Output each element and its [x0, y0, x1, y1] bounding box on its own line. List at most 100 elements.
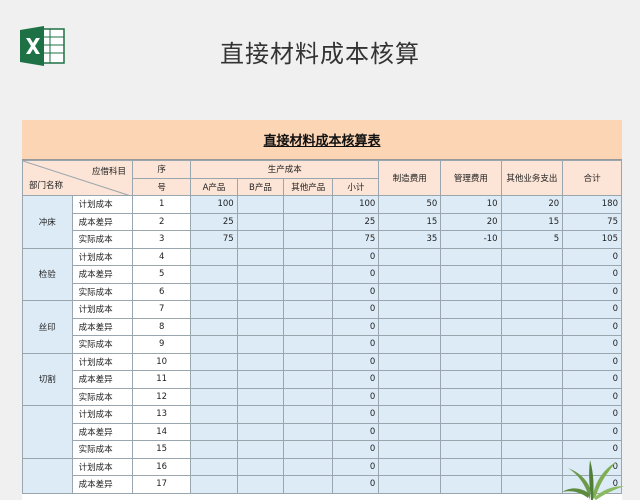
cell-manufacturing[interactable]: [378, 265, 442, 284]
cell-total[interactable]: 0: [562, 282, 622, 301]
cost-type-cell[interactable]: 计划成本: [71, 352, 134, 371]
seq-cell[interactable]: 14: [132, 422, 192, 441]
cell-management[interactable]: [440, 422, 502, 441]
cell-management[interactable]: [440, 457, 502, 476]
cell-subtotal[interactable]: 0: [332, 300, 380, 319]
cell-product-a[interactable]: [190, 387, 238, 406]
cell-manufacturing[interactable]: [378, 475, 442, 494]
cell-product-b[interactable]: [236, 387, 285, 406]
cell-total[interactable]: 75: [562, 212, 622, 231]
cell-other-business[interactable]: [500, 387, 564, 406]
cell-other-business[interactable]: [500, 247, 564, 266]
cell-other-product[interactable]: [283, 422, 334, 441]
cell-product-a[interactable]: 75: [190, 230, 238, 249]
cell-product-b[interactable]: [236, 457, 285, 476]
cell-subtotal[interactable]: 0: [332, 422, 380, 441]
cell-subtotal[interactable]: 0: [332, 282, 380, 301]
cell-product-a[interactable]: [190, 370, 238, 389]
cell-other-business[interactable]: 15: [500, 212, 564, 231]
cell-product-a[interactable]: [190, 475, 238, 494]
cell-total[interactable]: 0: [562, 405, 622, 424]
seq-cell[interactable]: 4: [132, 247, 192, 266]
cell-product-b[interactable]: [236, 230, 285, 249]
cell-other-business[interactable]: 5: [500, 230, 564, 249]
cell-other-business[interactable]: [500, 300, 564, 319]
cell-management[interactable]: [440, 335, 502, 354]
department-name-cell[interactable]: [22, 405, 73, 459]
seq-cell[interactable]: 3: [132, 230, 192, 249]
seq-cell[interactable]: 1: [132, 195, 192, 214]
cell-manufacturing[interactable]: [378, 387, 442, 406]
department-name-cell[interactable]: 切割: [22, 352, 73, 406]
cell-management[interactable]: [440, 317, 502, 336]
cell-product-a[interactable]: [190, 457, 238, 476]
cell-management[interactable]: [440, 300, 502, 319]
cell-manufacturing[interactable]: 50: [378, 195, 442, 214]
cell-product-a[interactable]: [190, 300, 238, 319]
cell-product-b[interactable]: [236, 370, 285, 389]
cell-other-product[interactable]: [283, 387, 334, 406]
cell-management[interactable]: [440, 247, 502, 266]
cell-manufacturing[interactable]: [378, 422, 442, 441]
cell-product-b[interactable]: [236, 440, 285, 459]
cell-subtotal[interactable]: 0: [332, 475, 380, 494]
cell-subtotal[interactable]: 0: [332, 387, 380, 406]
cell-subtotal[interactable]: 0: [332, 457, 380, 476]
cost-type-cell[interactable]: 计划成本: [71, 195, 134, 214]
cost-type-cell[interactable]: 计划成本: [71, 247, 134, 266]
cell-product-a[interactable]: 100: [190, 195, 238, 214]
seq-cell[interactable]: 5: [132, 265, 192, 284]
cell-other-product[interactable]: [283, 335, 334, 354]
cell-other-product[interactable]: [283, 282, 334, 301]
cell-management[interactable]: [440, 440, 502, 459]
department-name-cell[interactable]: 检验: [22, 247, 73, 301]
seq-cell[interactable]: 7: [132, 300, 192, 319]
cell-product-b[interactable]: [236, 247, 285, 266]
cell-manufacturing[interactable]: 35: [378, 230, 442, 249]
cell-other-product[interactable]: [283, 247, 334, 266]
cost-type-cell[interactable]: 成本差异: [71, 212, 134, 231]
cell-product-a[interactable]: [190, 422, 238, 441]
cell-other-product[interactable]: [283, 317, 334, 336]
department-name-cell[interactable]: 冲床: [22, 195, 73, 249]
cell-total[interactable]: 0: [562, 247, 622, 266]
cell-management[interactable]: [440, 370, 502, 389]
cell-total[interactable]: 0: [562, 300, 622, 319]
seq-cell[interactable]: 13: [132, 405, 192, 424]
cell-product-a[interactable]: [190, 265, 238, 284]
seq-cell[interactable]: 8: [132, 317, 192, 336]
cell-subtotal[interactable]: 0: [332, 352, 380, 371]
cell-other-business[interactable]: 20: [500, 195, 564, 214]
cell-manufacturing[interactable]: [378, 282, 442, 301]
cell-other-product[interactable]: [283, 352, 334, 371]
cell-product-a[interactable]: [190, 247, 238, 266]
department-name-cell[interactable]: [22, 457, 73, 494]
cell-other-business[interactable]: [500, 265, 564, 284]
cell-product-a[interactable]: 25: [190, 212, 238, 231]
cell-manufacturing[interactable]: [378, 457, 442, 476]
cell-management[interactable]: [440, 475, 502, 494]
seq-cell[interactable]: 16: [132, 457, 192, 476]
cell-other-product[interactable]: [283, 212, 334, 231]
cell-product-b[interactable]: [236, 265, 285, 284]
cell-subtotal[interactable]: 0: [332, 405, 380, 424]
cell-management[interactable]: 10: [440, 195, 502, 214]
cell-total[interactable]: 0: [562, 335, 622, 354]
cell-management[interactable]: 20: [440, 212, 502, 231]
cell-product-b[interactable]: [236, 422, 285, 441]
cell-other-product[interactable]: [283, 370, 334, 389]
cell-total[interactable]: 0: [562, 317, 622, 336]
seq-cell[interactable]: 2: [132, 212, 192, 231]
cell-product-b[interactable]: [236, 335, 285, 354]
cost-type-cell[interactable]: 计划成本: [71, 300, 134, 319]
cell-manufacturing[interactable]: [378, 440, 442, 459]
cell-product-a[interactable]: [190, 352, 238, 371]
cell-manufacturing[interactable]: [378, 352, 442, 371]
cell-subtotal[interactable]: 75: [332, 230, 380, 249]
seq-cell[interactable]: 12: [132, 387, 192, 406]
cell-manufacturing[interactable]: [378, 317, 442, 336]
cell-subtotal[interactable]: 0: [332, 335, 380, 354]
cell-management[interactable]: -10: [440, 230, 502, 249]
cell-product-b[interactable]: [236, 405, 285, 424]
cell-other-business[interactable]: [500, 335, 564, 354]
